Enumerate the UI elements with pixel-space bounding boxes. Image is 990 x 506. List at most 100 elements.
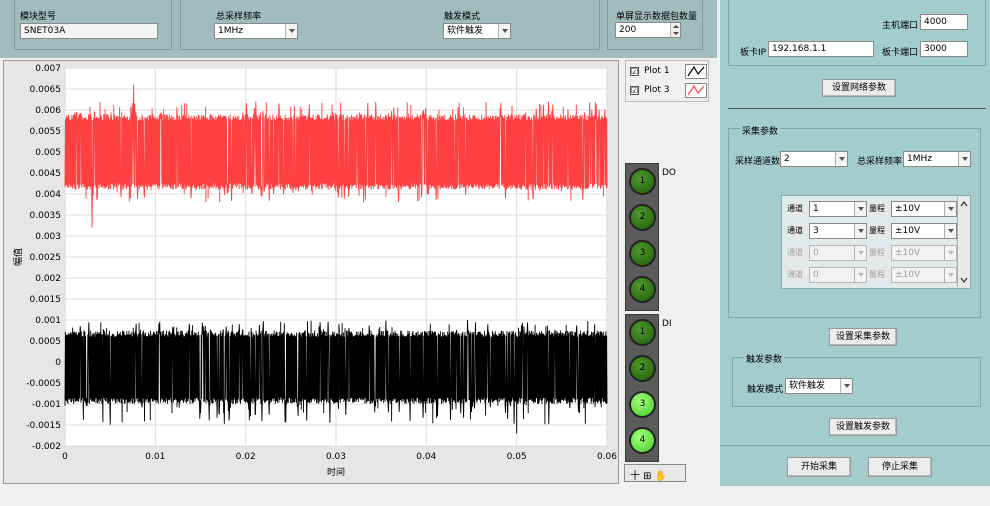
cursor-zoom-pan-icon[interactable]: 十 ⊞ ✋ xyxy=(630,467,667,482)
waveform-graph[interactable]: 0 0.01 0.02 0.03 0.04 0.05 0.06 0.007 0.0065 0.00… xyxy=(3,60,619,484)
channel-count-select[interactable]: 2 xyxy=(780,151,848,167)
card-port-field[interactable]: 3000 xyxy=(920,41,968,57)
card-port-label: 板卡端口 xyxy=(882,48,919,58)
set-acq-button[interactable]: 设置采集参数 xyxy=(829,328,897,346)
acq-title: 采集参数 xyxy=(740,124,781,137)
y-tick-label: 0.003 xyxy=(35,232,61,242)
y-tick-label: 0.004 xyxy=(35,190,61,200)
module-model-label: 模块型号 xyxy=(20,12,57,22)
module-model-field[interactable]: SNET03A xyxy=(20,23,158,39)
channel-row[interactable]: 通道 3 量程 ±10V xyxy=(785,221,957,241)
chevron-down-icon[interactable] xyxy=(835,152,847,166)
card-ip-label: 板卡IP xyxy=(740,48,767,58)
acq-rate-value: 1MHz xyxy=(907,154,932,164)
channel-select[interactable]: 3 xyxy=(809,223,867,239)
chevron-down-icon[interactable] xyxy=(944,202,956,216)
chevron-down-icon xyxy=(944,268,956,282)
legend-item-plot3[interactable]: ☑ Plot 3 xyxy=(630,82,708,100)
spinner-icon[interactable] xyxy=(670,23,680,37)
chevron-down-icon[interactable] xyxy=(840,379,852,393)
graph-canvas[interactable]: 0 0.01 0.02 0.03 0.04 0.05 0.06 0.007 0.0065 0.00… xyxy=(4,61,620,485)
chevron-down-icon[interactable] xyxy=(958,152,970,166)
y-tick-label: -0.0015 xyxy=(26,421,61,431)
x-tick-label: 0.01 xyxy=(145,452,165,462)
trigger-title: 触发参数 xyxy=(744,352,785,365)
set-network-button[interactable]: 设置网络参数 xyxy=(822,79,896,97)
range-value: ±10V xyxy=(895,226,921,236)
di-label: DI xyxy=(662,319,672,329)
channel-tag: 通道 xyxy=(787,202,807,216)
packets-value: 200 xyxy=(619,25,637,35)
channel-select: 0 xyxy=(809,245,867,261)
chevron-down-icon[interactable] xyxy=(944,224,956,238)
y-tick-label: -0.002 xyxy=(32,442,61,452)
channel-value: 0 xyxy=(813,248,819,258)
plot1-swatch-icon[interactable] xyxy=(685,64,707,79)
channel-select[interactable]: 1 xyxy=(809,201,867,217)
x-axis-label: 时间 xyxy=(327,466,345,478)
channel-list[interactable]: 通道 1 量程 ±10V 通道 3 量程 ±10V 通道 0 量程 ±10V 通… xyxy=(781,195,971,289)
range-value: ±10V xyxy=(895,248,921,258)
total-rate-label: 总采样频率 xyxy=(216,12,262,22)
legend-item-plot1[interactable]: ☑ Plot 1 xyxy=(630,63,708,81)
channel-count-label: 采样通道数 xyxy=(735,157,781,167)
range-select[interactable]: ±10V xyxy=(891,223,957,239)
di-led-3: 3 xyxy=(629,391,656,418)
channel-tag: 通道 xyxy=(787,246,807,260)
x-tick-label: 0 xyxy=(62,452,68,462)
y-tick-label: 0.0045 xyxy=(30,169,62,179)
di-led-1: 1 xyxy=(629,319,656,346)
trigger-mode-select-right[interactable]: 软件触发 xyxy=(785,378,853,394)
stop-button[interactable]: 停止采集 xyxy=(868,457,932,477)
x-tick-label: 0.04 xyxy=(416,452,436,462)
host-port-field[interactable]: 4000 xyxy=(920,14,968,30)
do-led-3: 3 xyxy=(629,240,656,267)
total-rate-select[interactable]: 1MHz xyxy=(214,23,298,39)
chevron-down-icon[interactable] xyxy=(498,24,510,38)
chevron-down-icon xyxy=(854,268,866,282)
y-tick-label: -0.0005 xyxy=(26,379,61,389)
checkbox-icon[interactable]: ☑ xyxy=(630,86,639,95)
channel-select: 0 xyxy=(809,267,867,283)
graph-tools-palette[interactable]: 十 ⊞ ✋ xyxy=(624,464,686,482)
chevron-down-icon[interactable] xyxy=(854,202,866,216)
range-select: ±10V xyxy=(891,267,957,283)
x-tick-label: 0.06 xyxy=(597,452,617,462)
y-tick-label: 0.0005 xyxy=(30,337,62,347)
y-axis-label: 幅值 xyxy=(12,248,24,266)
packets-stepper[interactable]: 200 xyxy=(615,22,681,38)
chevron-down-icon xyxy=(944,246,956,260)
card-ip-field[interactable]: 192.168.1.1 xyxy=(768,41,874,57)
trigger-mode-value-right: 软件触发 xyxy=(789,381,826,391)
checkbox-icon[interactable]: ☑ xyxy=(630,67,639,76)
plot3-swatch-icon[interactable] xyxy=(685,83,707,98)
top-settings-panel: 模块型号 SNET03A 总采样频率 1MHz 触发模式 软件触发 单屏显示数据… xyxy=(0,0,717,58)
y-tick-label: 0 xyxy=(55,358,61,368)
range-tag: 量程 xyxy=(869,246,889,260)
channel-value: 0 xyxy=(813,270,819,280)
chevron-down-icon[interactable] xyxy=(285,24,297,38)
range-tag: 量程 xyxy=(869,268,889,282)
y-tick-label: 0.0065 xyxy=(30,85,62,95)
range-value: ±10V xyxy=(895,204,921,214)
range-select[interactable]: ±10V xyxy=(891,201,957,217)
packets-label: 单屏显示数据包数量 xyxy=(616,12,698,22)
chevron-down-icon xyxy=(854,246,866,260)
channel-count-value: 2 xyxy=(784,154,790,164)
trigger-mode-select[interactable]: 软件触发 xyxy=(443,23,511,39)
channel-list-scrollbar[interactable] xyxy=(957,197,969,287)
trigger-mode-label: 触发模式 xyxy=(444,12,481,22)
channel-tag: 通道 xyxy=(787,224,807,238)
y-tick-label: -0.001 xyxy=(32,400,61,410)
channel-row: 通道 0 量程 ±10V xyxy=(785,243,957,263)
y-tick-label: 0.0025 xyxy=(30,253,62,263)
set-trigger-button[interactable]: 设置触发参数 xyxy=(829,418,897,436)
do-led-1: 1 xyxy=(629,168,656,195)
chevron-down-icon[interactable] xyxy=(854,224,866,238)
start-button[interactable]: 开始采集 xyxy=(787,457,851,477)
plot-legend: ☑ Plot 1 ☑ Plot 3 xyxy=(625,60,709,102)
trigger-mode-value: 软件触发 xyxy=(447,26,484,36)
acq-rate-select[interactable]: 1MHz xyxy=(903,151,971,167)
range-tag: 量程 xyxy=(869,224,889,238)
channel-row[interactable]: 通道 1 量程 ±10V xyxy=(785,199,957,219)
